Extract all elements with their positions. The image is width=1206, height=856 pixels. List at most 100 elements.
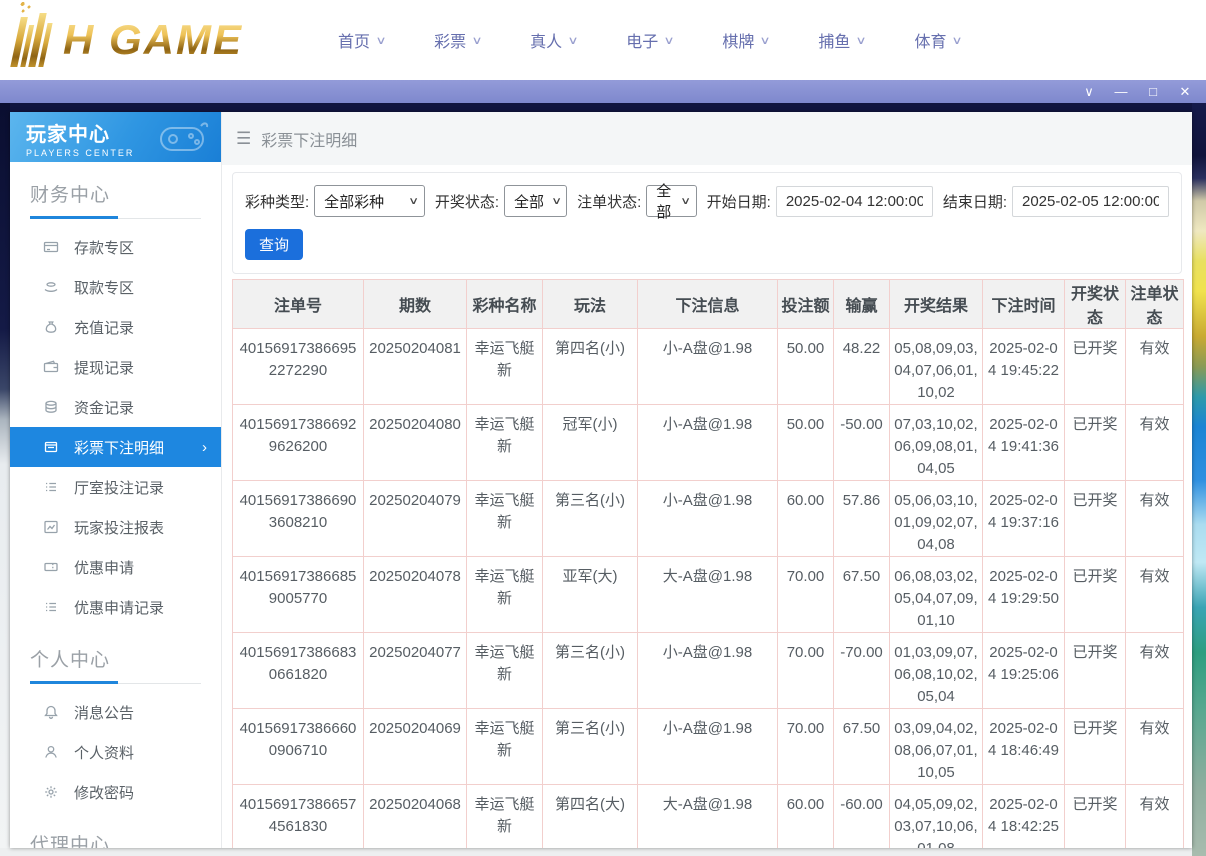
sidebar-item-person[interactable]: 个人资料: [10, 732, 221, 772]
draw-status-label: 开奖状态:: [435, 191, 499, 212]
end-date-input[interactable]: [1012, 186, 1169, 217]
bet-table: 注单号期数彩种名称玩法下注信息投注额输赢开奖结果下注时间开奖状态注单状态 401…: [232, 279, 1184, 848]
section-underline: [30, 218, 201, 219]
table-cell: 小-A盘@1.98: [638, 481, 778, 557]
sidebar-item-label: 厅室投注记录: [74, 477, 164, 498]
table-cell: 401569173866859005770: [233, 557, 364, 633]
close-icon[interactable]: ✕: [1176, 85, 1194, 98]
nav-item-label: 棋牌: [722, 28, 754, 52]
logo: H GAME: [16, 8, 243, 72]
app-window: 玩家中心 PLAYERS CENTER 财务中心存款专区取款专区充值记录提现记录…: [10, 112, 1192, 848]
sidebar-item-player-bet-report[interactable]: 玩家投注报表: [10, 507, 221, 547]
deposit-icon: [42, 239, 59, 256]
table-cell: 04,05,09,02,03,07,10,06,01,08: [890, 785, 983, 849]
draw-status-select[interactable]: 全部 ∨: [504, 185, 567, 217]
nav-item-5[interactable]: 捕鱼∨: [818, 28, 865, 52]
table-cell: 小-A盘@1.98: [638, 329, 778, 405]
search-button[interactable]: 查询: [245, 229, 303, 260]
table-cell: 幸运飞艇新: [467, 405, 543, 481]
sidebar-item-promo-apply[interactable]: 优惠申请: [10, 547, 221, 587]
table-cell: 有效: [1126, 481, 1184, 557]
nav-item-6[interactable]: 体育∨: [914, 28, 961, 52]
table-row: 40156917386695227229020250204081幸运飞艇新第四名…: [233, 329, 1184, 405]
nav-item-4[interactable]: 棋牌∨: [722, 28, 769, 52]
desktop-wallpaper-right-strip: [1192, 103, 1206, 856]
table-cell: 幸运飞艇新: [467, 557, 543, 633]
table-cell: 67.50: [834, 709, 890, 785]
chevron-down-icon[interactable]: ∨: [1080, 85, 1098, 98]
hamburger-icon[interactable]: ☰: [236, 129, 251, 149]
table-cell: 已开奖: [1065, 633, 1126, 709]
sidebar-item-label: 提现记录: [74, 357, 134, 378]
table-cell: 401569173866952272290: [233, 329, 364, 405]
table-cell: 20250204078: [364, 557, 467, 633]
sidebar-item-label: 优惠申请: [74, 557, 134, 578]
table-cell: 01,03,09,07,06,08,10,02,05,04: [890, 633, 983, 709]
table-cell: -60.00: [834, 785, 890, 849]
gamepad-icon: [153, 118, 211, 158]
sidebar-item-recharge-record[interactable]: 充值记录: [10, 307, 221, 347]
top-nav-bar: H GAME 首页∨彩票∨真人∨电子∨棋牌∨捕鱼∨体育∨: [0, 0, 1206, 80]
table-header-row: 注单号期数彩种名称玩法下注信息投注额输赢开奖结果下注时间开奖状态注单状态: [233, 280, 1184, 329]
table-cell: 2025-02-04 18:46:49: [983, 709, 1065, 785]
chevron-down-icon: ∨: [375, 34, 386, 47]
order-status-select[interactable]: 全部 ∨: [646, 185, 696, 217]
table-row: 40156917386692962620020250204080幸运飞艇新冠军(…: [233, 405, 1184, 481]
start-date-input[interactable]: [776, 186, 933, 217]
table-cell: 20250204081: [364, 329, 467, 405]
table-cell: 有效: [1126, 709, 1184, 785]
sidebar-item-gear[interactable]: 修改密码: [10, 772, 221, 812]
chevron-right-icon: ›: [202, 439, 207, 456]
recharge-record-icon: [42, 319, 59, 336]
table-cell: 幸运飞艇新: [467, 633, 543, 709]
table-cell: 冠军(小): [543, 405, 638, 481]
table-cell: 已开奖: [1065, 329, 1126, 405]
promo-apply-icon: [42, 559, 59, 576]
sidebar-item-deposit[interactable]: 存款专区: [10, 227, 221, 267]
maximize-icon[interactable]: □: [1144, 85, 1162, 98]
sidebar-item-bell[interactable]: 消息公告: [10, 692, 221, 732]
withdraw-icon: [42, 279, 59, 296]
nav-item-0[interactable]: 首页∨: [338, 28, 385, 52]
table-cell: 05,08,09,03,04,07,06,01,10,02: [890, 329, 983, 405]
table-cell: 幸运飞艇新: [467, 785, 543, 849]
lottery-type-label: 彩种类型:: [245, 191, 309, 212]
table-cell: 70.00: [778, 709, 834, 785]
nav-item-label: 电子: [626, 28, 658, 52]
table-cell: -70.00: [834, 633, 890, 709]
table-cell: 已开奖: [1065, 785, 1126, 849]
nav-item-3[interactable]: 电子 ∨: [626, 28, 673, 52]
chevron-down-icon: ∨: [856, 34, 867, 47]
promo-apply-record-icon: [42, 599, 59, 616]
table-cell: 有效: [1126, 785, 1184, 849]
end-date-label: 结束日期:: [943, 191, 1007, 212]
chevron-down-icon: ∨: [664, 34, 675, 47]
sidebar-item-hall-bet-record[interactable]: 厅室投注记录: [10, 467, 221, 507]
minimize-icon[interactable]: —: [1112, 85, 1130, 98]
table-cell: 2025-02-04 19:25:06: [983, 633, 1065, 709]
hall-bet-record-icon: [42, 479, 59, 496]
section-underline: [30, 683, 201, 684]
table-header-cell: 彩种名称: [467, 280, 543, 329]
table-cell: 401569173866929626200: [233, 405, 364, 481]
nav-item-2[interactable]: 真人∨: [530, 28, 577, 52]
section-label: 财务中心: [30, 180, 201, 207]
nav-item-1[interactable]: 彩票∨: [434, 28, 481, 52]
table-header-cell: 注单状态: [1126, 280, 1184, 329]
sidebar-item-lottery-bet-detail[interactable]: 彩票下注明细›: [10, 427, 221, 467]
sidebar-item-withdraw[interactable]: 取款专区: [10, 267, 221, 307]
table-cell: 已开奖: [1065, 709, 1126, 785]
sidebar-item-promo-apply-record[interactable]: 优惠申请记录: [10, 587, 221, 627]
table-cell: 已开奖: [1065, 405, 1126, 481]
table-row: 40156917386683066182020250204077幸运飞艇新第三名…: [233, 633, 1184, 709]
sidebar-item-label: 取款专区: [74, 277, 134, 298]
sidebar-item-withdrawal-record[interactable]: 提现记录: [10, 347, 221, 387]
lottery-type-select[interactable]: 全部彩种 ∨: [314, 185, 425, 217]
table-cell: 小-A盘@1.98: [638, 405, 778, 481]
table-header-cell: 下注信息: [638, 280, 778, 329]
chevron-down-icon: ∨: [568, 34, 579, 47]
table-row: 40156917386660090671020250204069幸运飞艇新第三名…: [233, 709, 1184, 785]
lottery-bet-detail-icon: [42, 439, 59, 456]
table-header-cell: 注单号: [233, 280, 364, 329]
sidebar-item-funds-record[interactable]: 资金记录: [10, 387, 221, 427]
